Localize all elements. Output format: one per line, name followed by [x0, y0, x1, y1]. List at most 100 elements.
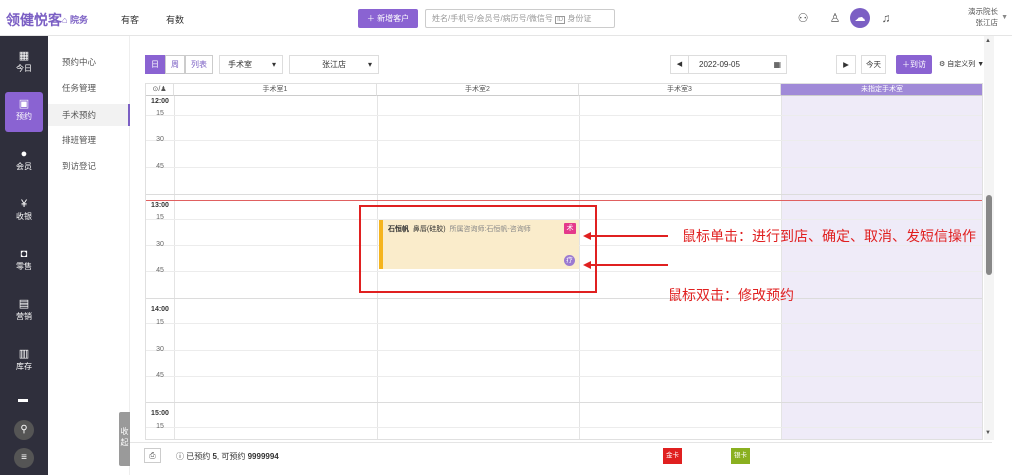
grid-line	[146, 115, 982, 116]
grid-line	[146, 167, 982, 168]
grid-line	[146, 140, 982, 141]
cashier-icon: ¥	[20, 198, 28, 210]
print-icon: ⎙	[149, 451, 156, 460]
time-label: 45	[156, 372, 164, 379]
chevron-down-icon[interactable]: ▼	[1001, 14, 1008, 21]
appointment-icon: ▣	[18, 98, 30, 110]
menu-icon[interactable]: ≡	[14, 448, 34, 468]
time-label: 12:00	[151, 98, 169, 105]
room-select[interactable]: 手术室 ▾	[219, 55, 283, 74]
user-switch-icon[interactable]: ♙	[827, 10, 843, 26]
id-card-icon: ID	[555, 16, 566, 24]
arrow-head-icon	[583, 232, 591, 240]
grid-line	[146, 376, 982, 377]
inventory-icon: ▥	[18, 348, 30, 360]
grid-line	[146, 402, 982, 403]
nav-item-youshu[interactable]: 有数	[166, 13, 184, 26]
scrollbar-thumb[interactable]	[986, 195, 992, 275]
current-time-line	[146, 200, 982, 201]
calendar-icon[interactable]: ▦	[773, 56, 781, 73]
time-label: 15	[156, 423, 164, 430]
print-button[interactable]: ⎙	[144, 448, 161, 463]
submenu-item-surgery[interactable]: 手术预约	[62, 109, 96, 121]
grid-line	[146, 350, 982, 351]
column-divider	[781, 96, 782, 439]
sidebar-item-cashier[interactable]: ¥ 收银	[0, 192, 48, 232]
sidebar-item-inventory[interactable]: ▥ 库存	[0, 342, 48, 382]
time-label: 15	[156, 319, 164, 326]
marketing-icon: ▤	[18, 298, 30, 310]
search-icon[interactable]: ⚲	[14, 420, 34, 440]
plus-icon: ＋	[902, 60, 910, 69]
date-picker[interactable]: ◀ 2022-09-05 ▦	[670, 55, 787, 74]
annotation-double-click: 鼠标双击：修改预约	[668, 287, 794, 303]
view-list-button[interactable]: 列表	[185, 55, 213, 74]
annotation-arrow-double	[590, 264, 668, 266]
sidebar: ▦ 今日 ▣ 预约 ● 会员 ¥ 收银 ◘ 零售 ▤ 营销 ▥ 库存 ▬ ⚲ ≡	[0, 36, 48, 475]
time-label: 30	[156, 136, 164, 143]
collapse-button[interactable]: 收起	[119, 412, 130, 466]
time-label: 15	[156, 110, 164, 117]
unassigned-column-bg	[781, 96, 982, 439]
retail-icon: ◘	[20, 248, 28, 260]
custom-columns-button[interactable]: ⚙ 自定义列 ▼	[939, 59, 984, 69]
chevron-down-icon: ▾	[271, 60, 276, 69]
user-info[interactable]: 演示院长 张江店	[968, 6, 998, 28]
member-icon: ●	[20, 148, 28, 160]
info-icon: ⓘ	[176, 452, 184, 461]
sidebar-item-member[interactable]: ● 会员	[0, 142, 48, 182]
prev-day-icon[interactable]: ◀	[671, 56, 689, 73]
calendar-today-icon: ▦	[18, 50, 30, 62]
home-icon: ⌂	[62, 15, 70, 25]
sidebar-item-appointment[interactable]: ▣ 预约	[5, 92, 43, 132]
submenu-item-visit[interactable]: 到访登记	[62, 160, 96, 172]
legend-silver-card: 银卡	[731, 448, 750, 464]
booking-summary: ⓘ 已预约 5, 可预约 9999994	[176, 452, 279, 461]
time-label: 15	[156, 214, 164, 221]
avatar[interactable]: ☁	[850, 8, 870, 28]
store-select[interactable]: 张江店 ▾	[289, 55, 379, 74]
column-header-room1: 手术室1	[174, 84, 377, 96]
sidebar-item-marketing[interactable]: ▤ 营销	[0, 292, 48, 332]
next-day-button[interactable]: ▶	[836, 55, 856, 74]
more-icon[interactable]: ▬	[18, 394, 28, 405]
logo: 领健悦客	[6, 12, 62, 28]
corner-header[interactable]: ⊙/♟	[146, 84, 174, 96]
bell-icon[interactable]: ♫	[878, 10, 894, 26]
legend-gold-card: 金卡	[663, 448, 682, 464]
column-header-unassigned: 未指定手术室	[781, 84, 982, 96]
scroll-up-icon[interactable]: ▲	[985, 38, 991, 44]
column-divider	[174, 96, 175, 439]
view-day-button[interactable]: 日	[145, 55, 165, 74]
annotation-highlight-box	[359, 205, 597, 293]
add-customer-button[interactable]: ＋ 新增客户	[358, 9, 418, 28]
plus-icon: ＋	[366, 14, 378, 23]
nav-item-youke[interactable]: 有客	[121, 13, 139, 26]
scroll-down-icon[interactable]: ▼	[985, 430, 991, 436]
next-day-icon: ▶	[843, 60, 849, 69]
sidebar-item-today[interactable]: ▦ 今日	[0, 44, 48, 84]
link-icon[interactable]: ⚇	[795, 10, 811, 26]
submenu-item-center[interactable]: 预约中心	[62, 56, 96, 68]
annotation-single-click: 鼠标单击：进行到店、确定、取消、发短信操作	[682, 228, 976, 244]
column-header-room2: 手术室2	[377, 84, 579, 96]
nav-item-yuanwu[interactable]: ⌂ 院务	[62, 13, 88, 26]
annotation-arrow-single	[590, 235, 668, 237]
submenu-item-tasks[interactable]: 任务管理	[62, 82, 96, 94]
time-label: 45	[156, 267, 164, 274]
submenu-item-schedule[interactable]: 排班管理	[62, 134, 96, 146]
sidebar-item-retail[interactable]: ◘ 零售	[0, 242, 48, 282]
view-week-button[interactable]: 周	[165, 55, 185, 74]
submenu	[48, 36, 130, 475]
chevron-down-icon: ▾	[367, 60, 372, 69]
search-input[interactable]: 姓名/手机号/会员号/病历号/微信号 ID 身份证	[425, 9, 615, 28]
arrive-button[interactable]: ＋到访	[896, 55, 932, 74]
grid-line	[146, 427, 982, 428]
gear-icon: ⚙	[939, 61, 946, 68]
time-label: 13:00	[151, 202, 169, 209]
time-label: 15:00	[151, 410, 169, 417]
time-label: 30	[156, 241, 164, 248]
grid-line	[146, 194, 982, 195]
time-label: 45	[156, 163, 164, 170]
today-button[interactable]: 今天	[861, 55, 886, 74]
